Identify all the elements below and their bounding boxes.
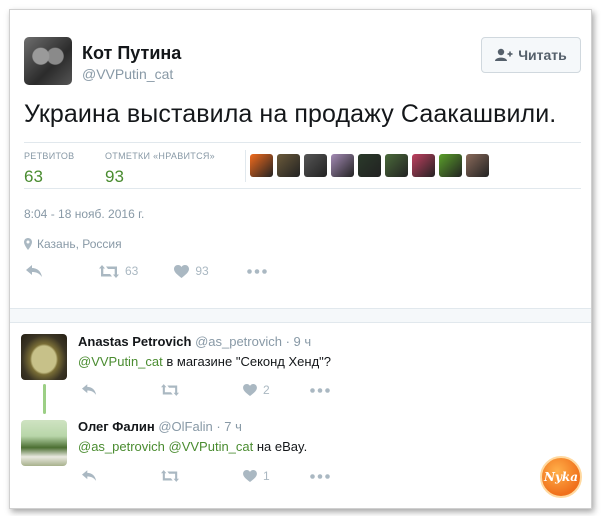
heart-icon bbox=[174, 264, 190, 278]
reply-icon bbox=[26, 264, 42, 277]
reply-author-handle[interactable]: @as_petrovich bbox=[195, 334, 282, 349]
reply-time[interactable]: · 9 ч bbox=[286, 334, 312, 349]
reply-header: Anastas Petrovich @as_petrovich · 9 ч bbox=[78, 334, 311, 349]
liker-avatar[interactable] bbox=[304, 154, 327, 177]
liker-avatar[interactable] bbox=[466, 154, 489, 177]
retweets-count: 63 bbox=[24, 167, 43, 186]
liker-avatar[interactable] bbox=[412, 154, 435, 177]
more-button[interactable] bbox=[309, 387, 330, 393]
location-text: Казань, Россия bbox=[37, 237, 122, 251]
likes-label: ОТМЕТКИ «НРАВИТСЯ» bbox=[105, 151, 215, 161]
divider bbox=[245, 150, 246, 182]
reply-body: в магазине "Секонд Хенд"? bbox=[162, 354, 332, 369]
thread-connector bbox=[43, 384, 46, 414]
liker-avatar[interactable] bbox=[358, 154, 381, 177]
retweet-stat[interactable]: РЕТВИТОВ 63 bbox=[24, 151, 74, 187]
like-count: 93 bbox=[195, 264, 209, 278]
reply-author-handle[interactable]: @OlFalin bbox=[158, 419, 212, 434]
location-pin-icon bbox=[24, 238, 32, 250]
retweet-button[interactable]: 63 bbox=[99, 264, 138, 278]
reply-icon bbox=[82, 470, 97, 481]
liker-avatar[interactable] bbox=[439, 154, 462, 177]
divider bbox=[24, 188, 581, 189]
reply-time[interactable]: · 7 ч bbox=[216, 419, 242, 434]
reply-body: на eBay. bbox=[253, 439, 308, 454]
reply-button[interactable] bbox=[82, 384, 97, 396]
more-icon bbox=[246, 268, 267, 274]
follow-label: Читать bbox=[518, 47, 567, 63]
reply-mention[interactable]: @VVPutin_cat bbox=[78, 354, 163, 369]
reply-avatar[interactable] bbox=[21, 420, 67, 466]
reply-actions: 2 bbox=[82, 383, 330, 397]
like-count: 1 bbox=[263, 469, 270, 483]
like-count: 2 bbox=[263, 383, 270, 397]
reply-button[interactable] bbox=[82, 470, 97, 482]
liker-avatars bbox=[250, 154, 489, 177]
tweet-card: Кот Путина @VVPutin_cat Читать Украина в… bbox=[9, 9, 592, 509]
like-button[interactable]: 2 bbox=[243, 383, 270, 397]
tweet-actions: 63 93 bbox=[26, 264, 267, 278]
heart-icon bbox=[243, 470, 257, 482]
like-button[interactable]: 93 bbox=[174, 264, 209, 278]
reply-avatar[interactable] bbox=[21, 334, 67, 380]
tweet-text: Украина выставила на продажу Саакашвили. bbox=[24, 100, 557, 128]
more-icon bbox=[309, 387, 330, 393]
liker-avatar[interactable] bbox=[277, 154, 300, 177]
follow-person-icon bbox=[495, 48, 513, 61]
tweet-location[interactable]: Казань, Россия bbox=[24, 237, 122, 251]
watermark-logo: Nyka bbox=[540, 456, 582, 498]
reply-mention[interactable]: @as_petrovich @VVPutin_cat bbox=[78, 439, 253, 454]
likes-stat[interactable]: ОТМЕТКИ «НРАВИТСЯ» 93 bbox=[105, 151, 215, 187]
conversation-separator bbox=[10, 308, 591, 323]
liker-avatar[interactable] bbox=[385, 154, 408, 177]
retweet-button[interactable] bbox=[161, 470, 179, 482]
follow-button[interactable]: Читать bbox=[481, 37, 581, 73]
liker-avatar[interactable] bbox=[331, 154, 354, 177]
author-name[interactable]: Кот Путина bbox=[82, 43, 181, 64]
reply-header: Олег Фалин @OlFalin · 7 ч bbox=[78, 419, 242, 434]
more-icon bbox=[309, 473, 330, 479]
retweet-count: 63 bbox=[125, 264, 139, 278]
retweet-icon bbox=[161, 384, 179, 396]
more-button[interactable] bbox=[246, 268, 267, 274]
watermark-text: Nyka bbox=[543, 470, 579, 484]
reply-text: @as_petrovich @VVPutin_cat на eBay. bbox=[78, 439, 307, 454]
reply-icon bbox=[82, 384, 97, 395]
heart-icon bbox=[243, 384, 257, 396]
like-button[interactable]: 1 bbox=[243, 469, 270, 483]
reply-button[interactable] bbox=[26, 264, 43, 278]
reply-actions: 1 bbox=[82, 469, 330, 483]
author-handle[interactable]: @VVPutin_cat bbox=[82, 66, 173, 82]
reply-text: @VVPutin_cat в магазине "Секонд Хенд"? bbox=[78, 354, 331, 369]
more-button[interactable] bbox=[309, 473, 330, 479]
tweet-timestamp[interactable]: 8:04 - 18 нояб. 2016 г. bbox=[24, 207, 144, 221]
liker-avatar[interactable] bbox=[250, 154, 273, 177]
reply-author-name[interactable]: Олег Фалин bbox=[78, 419, 155, 434]
retweet-icon bbox=[161, 470, 179, 482]
divider bbox=[24, 142, 581, 143]
retweets-label: РЕТВИТОВ bbox=[24, 151, 75, 161]
author-avatar[interactable] bbox=[24, 37, 72, 85]
likes-count: 93 bbox=[105, 167, 124, 186]
reply-author-name[interactable]: Anastas Petrovich bbox=[78, 334, 191, 349]
retweet-button[interactable] bbox=[161, 384, 179, 396]
retweet-icon bbox=[99, 264, 119, 278]
